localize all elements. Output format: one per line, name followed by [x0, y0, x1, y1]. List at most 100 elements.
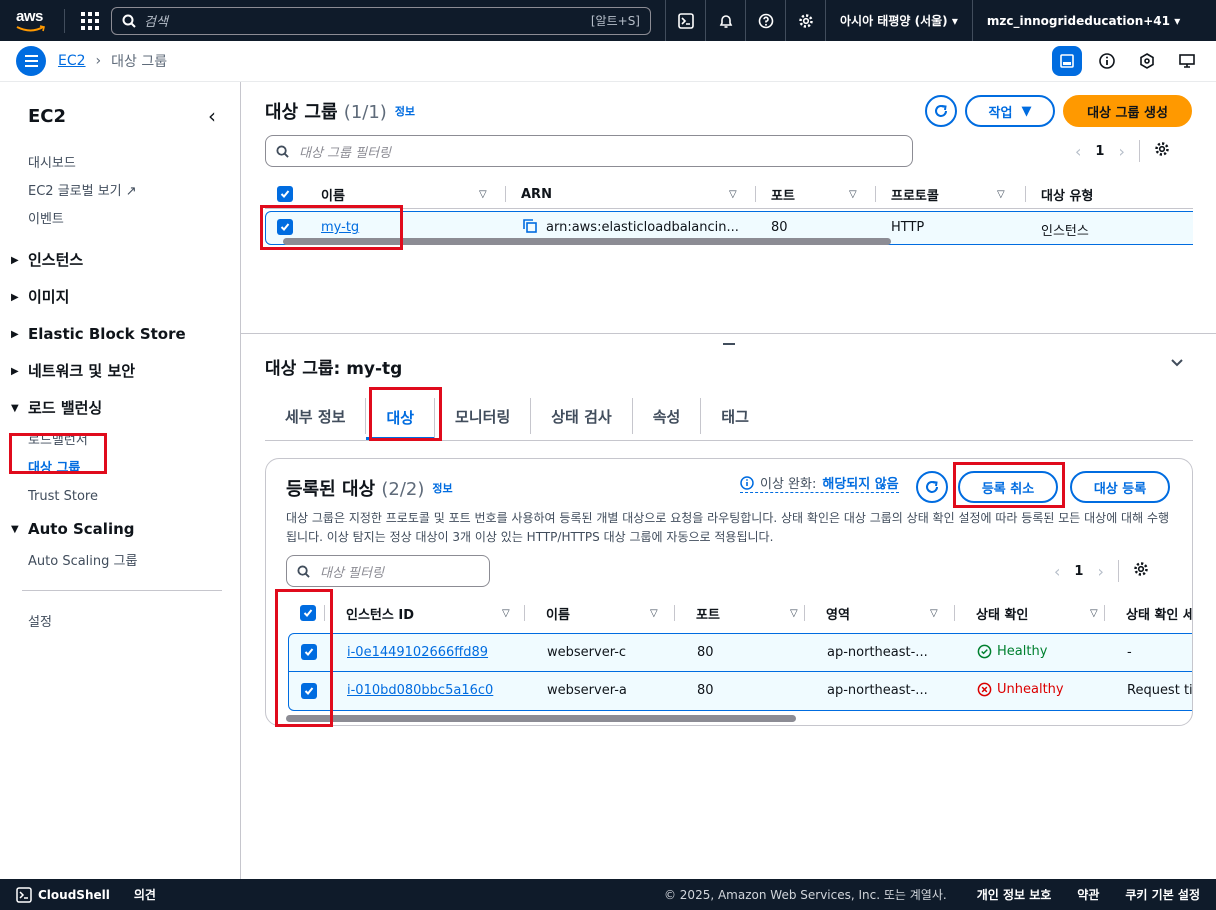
tab-tags[interactable]: 태그 — [701, 398, 769, 434]
help-icon[interactable] — [745, 0, 785, 41]
targets-filter-input[interactable]: 대상 필터링 — [286, 555, 490, 587]
sidebar-item-settings[interactable]: 설정 — [28, 609, 224, 637]
page-number[interactable]: 1 — [1095, 144, 1104, 159]
collapse-sidebar-icon[interactable]: ‹ — [208, 104, 216, 128]
column-header-name[interactable]: 이름 ▽ — [546, 597, 666, 629]
aws-smile-icon — [16, 24, 45, 31]
column-header-port[interactable]: 포트 ▽ — [696, 597, 806, 629]
breadcrumb-ec2-link[interactable]: EC2 — [58, 53, 86, 69]
caret-down-icon: ▾ — [951, 13, 958, 28]
caret-down-icon: ▼ — [11, 403, 19, 414]
footer: CloudShell 의견 © 2025, Amazon Web Service… — [0, 879, 1216, 910]
cloudshell-button[interactable]: CloudShell — [16, 886, 110, 903]
actions-button[interactable]: 작업 ▼ — [965, 95, 1055, 127]
split-panel-icon[interactable] — [1052, 46, 1082, 76]
column-header-health-details[interactable]: 상태 확인 세 — [1126, 597, 1192, 629]
sort-icon: ▽ — [502, 607, 510, 619]
prev-page-icon[interactable]: ‹ — [1075, 142, 1081, 161]
sidebar-section-load-balancing[interactable]: ▼ 로드 밸런싱 — [11, 390, 224, 427]
table-row[interactable]: i-010bd080bbc5a16c0 webserver-a 80 ap-no… — [289, 672, 1192, 710]
horizontal-scrollbar[interactable] — [286, 715, 796, 722]
privacy-link[interactable]: 개인 정보 보호 — [977, 886, 1052, 903]
column-header-arn[interactable]: ARN ▽ — [521, 179, 745, 209]
sidebar-item-trust-store[interactable]: Trust Store — [28, 483, 224, 511]
instance-id-link[interactable]: i-010bd080bbc5a16c0 — [347, 683, 493, 698]
next-page-icon[interactable]: › — [1097, 562, 1103, 581]
menu-toggle-icon[interactable] — [16, 46, 46, 76]
breadcrumb-current: 대상 그룹 — [111, 54, 168, 70]
highlight-target-groups — [9, 433, 107, 474]
info-link[interactable]: 정보 — [432, 480, 452, 496]
column-header-health-status[interactable]: 상태 확인 ▽ — [976, 597, 1106, 629]
sidebar-title: EC2 — [28, 105, 67, 127]
register-targets-button[interactable]: 대상 등록 — [1070, 471, 1170, 503]
caret-right-icon: ▶ — [11, 366, 19, 377]
sidebar-section-auto-scaling[interactable]: ▼ Auto Scaling — [11, 511, 224, 548]
cloudshell-icon[interactable] — [665, 0, 705, 41]
tab-health-checks[interactable]: 상태 검사 — [531, 398, 633, 434]
sidebar-section-instances[interactable]: ▶ 인스턴스 — [11, 242, 224, 279]
instance-port: 80 — [697, 683, 714, 698]
create-target-group-button[interactable]: 대상 그룹 생성 — [1063, 95, 1192, 127]
highlight-deregister — [953, 462, 1065, 508]
settings-gear-icon[interactable] — [785, 0, 825, 41]
column-header-target-type[interactable]: 대상 유형 — [1041, 179, 1193, 209]
next-page-icon[interactable]: › — [1118, 142, 1124, 161]
tab-details[interactable]: 세부 정보 — [265, 398, 367, 434]
security-icon[interactable] — [1132, 46, 1162, 76]
terms-link[interactable]: 약관 — [1077, 886, 1099, 903]
table-settings-icon[interactable] — [1133, 561, 1149, 581]
registered-targets-title: 등록된 대상 (2/2) — [286, 479, 425, 500]
aws-logo[interactable]: aws — [14, 5, 54, 37]
instance-port: 80 — [697, 645, 714, 660]
table-settings-icon[interactable] — [1154, 141, 1170, 161]
search-input[interactable]: 검색 [알트+S] — [111, 6, 651, 35]
page-number[interactable]: 1 — [1074, 564, 1083, 579]
sidebar-item-global-view[interactable]: EC2 글로벌 보기 ↗ — [28, 178, 224, 206]
search-icon — [122, 14, 136, 28]
instance-name: webserver-c — [547, 645, 627, 660]
sort-icon: ▽ — [790, 607, 798, 619]
nav-divider — [64, 8, 65, 33]
region-selector[interactable]: 아시아 태평양 (서울) ▾ — [825, 0, 972, 41]
anomaly-mitigation-status[interactable]: 이상 완화: 해당되지 않음 — [740, 473, 899, 493]
target-group-filter-input[interactable]: 대상 그룹 필터링 — [265, 135, 913, 167]
error-circle-icon — [977, 682, 992, 697]
drag-handle-icon[interactable] — [723, 343, 735, 345]
copy-icon[interactable] — [522, 218, 538, 238]
refresh-icon — [935, 105, 947, 117]
page-title: 대상 그룹 (1/1) — [265, 102, 387, 123]
feedback-link[interactable]: 의견 — [134, 886, 156, 903]
column-header-instance-id[interactable]: 인스턴스 ID ▽ — [346, 597, 526, 629]
column-header-port[interactable]: 포트 ▽ — [771, 179, 867, 209]
column-header-zone[interactable]: 영역 ▽ — [826, 597, 946, 629]
sidebar-item-events[interactable]: 이벤트 — [28, 206, 224, 234]
prev-page-icon[interactable]: ‹ — [1054, 562, 1060, 581]
tab-monitoring[interactable]: 모니터링 — [435, 398, 532, 434]
refresh-button[interactable] — [925, 95, 957, 127]
sidebar-section-images[interactable]: ▶ 이미지 — [11, 279, 224, 316]
info-link[interactable]: 정보 — [395, 103, 415, 119]
refresh-button[interactable] — [916, 471, 948, 503]
account-menu[interactable]: mzc_innogrideducation+41 ▾ — [971, 0, 1194, 41]
notifications-icon[interactable] — [705, 0, 745, 41]
tab-attributes[interactable]: 속성 — [633, 398, 702, 434]
port-value: 80 — [771, 220, 788, 235]
select-all-checkbox[interactable] — [277, 186, 293, 202]
search-placeholder: 검색 — [144, 15, 168, 30]
sort-icon: ▽ — [650, 607, 658, 619]
monitor-icon[interactable] — [1172, 46, 1202, 76]
sidebar-item-dashboard[interactable]: 대시보드 — [28, 150, 224, 178]
instance-zone: ap-northeast-... — [827, 683, 928, 698]
chevron-down-icon[interactable] — [1169, 354, 1185, 374]
column-header-protocol[interactable]: 프로토콜 ▽ — [891, 179, 1015, 209]
sidebar-item-asg[interactable]: Auto Scaling 그룹 — [28, 548, 224, 576]
info-icon[interactable] — [1092, 46, 1122, 76]
sidebar-section-ebs[interactable]: ▶ Elastic Block Store — [11, 316, 224, 353]
sidebar-section-network[interactable]: ▶ 네트워크 및 보안 — [11, 353, 224, 390]
instance-id-link[interactable]: i-0e1449102666ffd89 — [347, 645, 488, 660]
services-menu-icon[interactable] — [81, 11, 99, 30]
table-row[interactable]: i-0e1449102666ffd89 webserver-c 80 ap-no… — [289, 634, 1192, 672]
highlight-tg-row — [260, 205, 403, 250]
cookie-preferences-link[interactable]: 쿠키 기본 설정 — [1125, 886, 1200, 903]
